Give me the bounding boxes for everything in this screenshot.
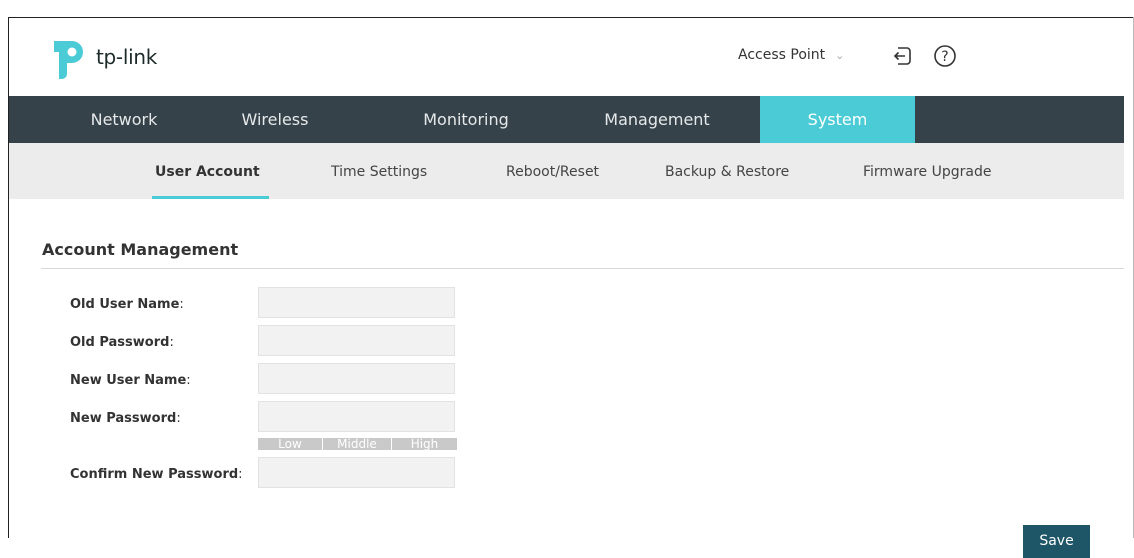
strength-low: Low [278,437,302,451]
brand-logo: tp-link [50,34,157,80]
section-title: Account Management [42,240,239,259]
old-password-label: Old Password: [70,335,174,350]
chevron-down-icon: ⌄ [835,48,845,62]
window-frame-top [8,17,1134,18]
old-user-name-field[interactable] [258,287,455,318]
tab-reboot-reset[interactable]: Reboot/Reset [506,143,599,199]
nav-management[interactable]: Management [587,96,727,143]
section-divider [41,268,1124,269]
nav-network[interactable]: Network [69,96,179,143]
nav-wireless[interactable]: Wireless [223,96,327,143]
tab-user-account[interactable]: User Account [155,143,260,199]
old-user-name-label: Old User Name: [70,297,184,312]
mode-label: Access Point [738,47,826,63]
password-strength-meter: Low Middle High [258,438,457,450]
logout-icon[interactable] [889,43,915,69]
new-password-field[interactable] [258,401,455,432]
tab-backup-restore[interactable]: Backup & Restore [665,143,789,199]
new-user-name-field[interactable] [258,363,455,394]
svg-text:?: ? [941,49,948,65]
main-navigation: Network Wireless Monitoring Management S… [9,96,1124,143]
tp-link-logo-icon [54,41,83,79]
save-button[interactable]: Save [1023,525,1090,558]
confirm-new-password-label: Confirm New Password: [70,467,243,482]
nav-system[interactable]: System [760,96,915,143]
nav-monitoring[interactable]: Monitoring [406,96,526,143]
new-password-label: New Password: [70,411,181,426]
tab-firmware-upgrade[interactable]: Firmware Upgrade [863,143,991,199]
old-password-field[interactable] [258,325,455,356]
tab-time-settings[interactable]: Time Settings [331,143,427,199]
sub-navigation: User Account Time Settings Reboot/Reset … [9,143,1124,199]
confirm-new-password-field[interactable] [258,457,455,488]
new-user-name-label: New User Name: [70,373,191,388]
mode-selector[interactable]: Access Point ⌄ [738,47,844,63]
brand-name: tp-link [96,45,158,69]
strength-middle: Middle [337,437,377,451]
help-icon[interactable]: ? [932,43,958,69]
strength-high: High [410,437,439,451]
active-tab-indicator [152,196,269,199]
